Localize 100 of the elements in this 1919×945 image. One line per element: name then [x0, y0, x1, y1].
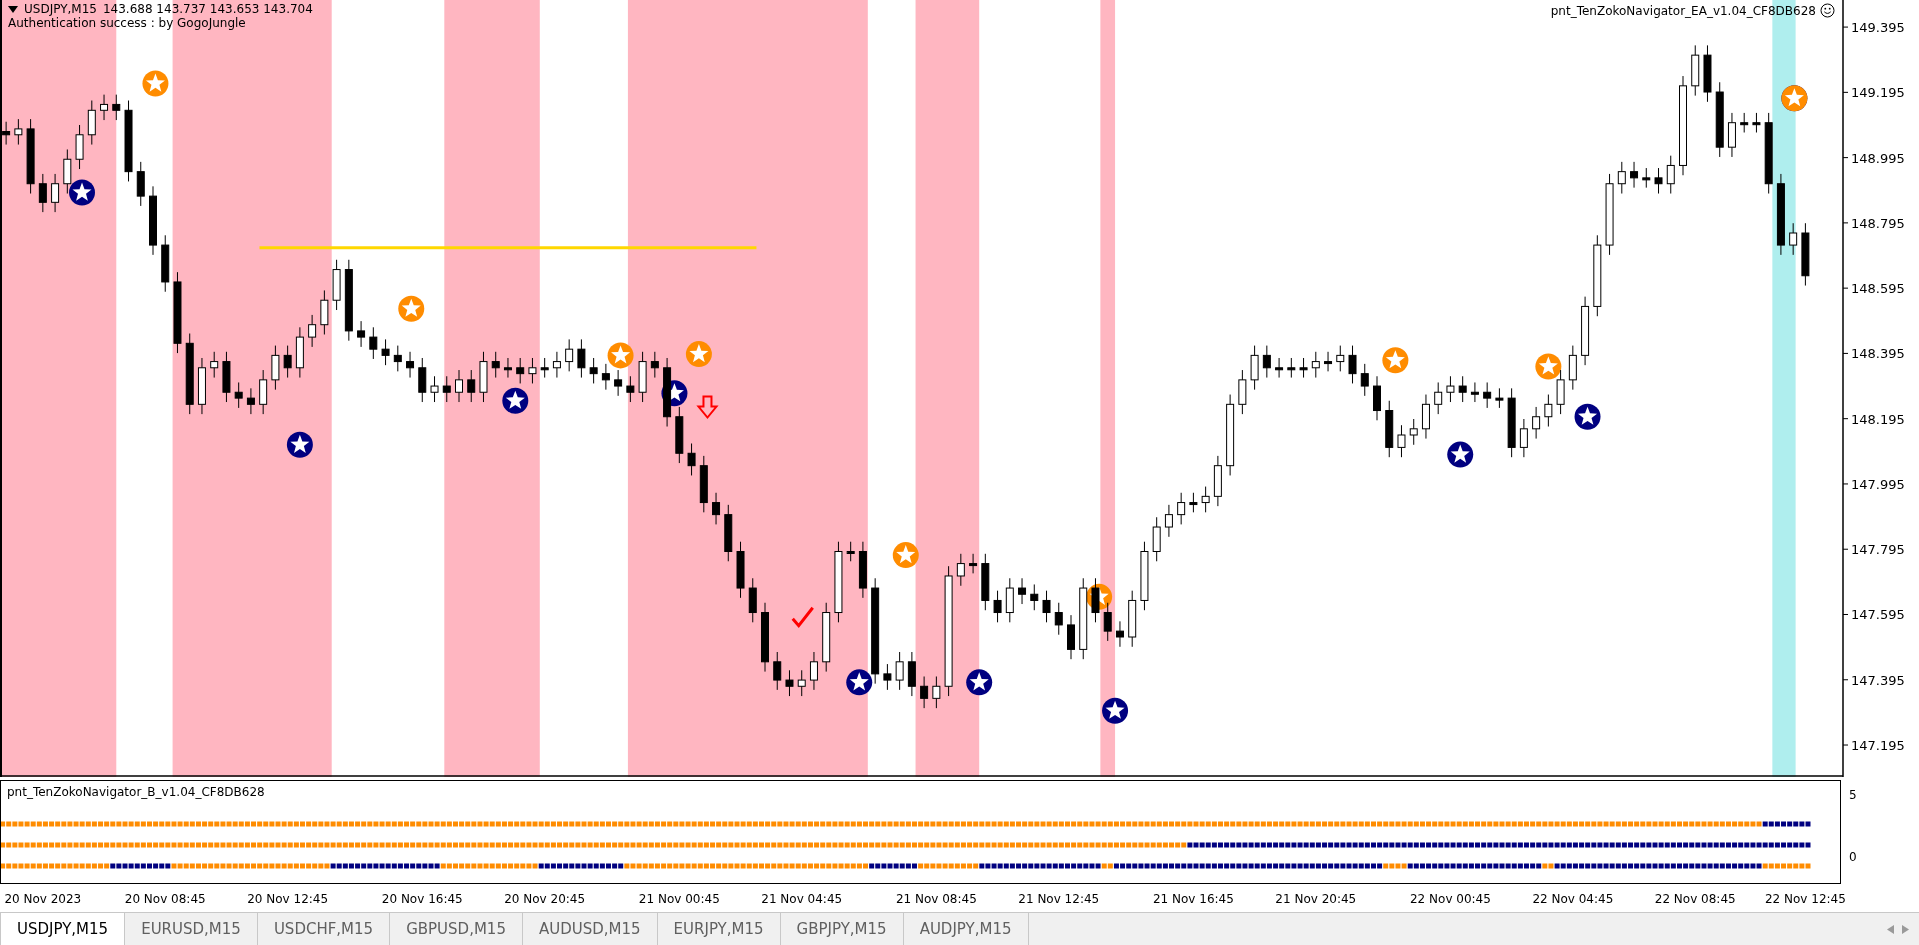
candle	[1789, 222, 1798, 256]
candle	[442, 375, 451, 403]
candle	[1519, 418, 1528, 458]
candle	[1727, 112, 1736, 158]
smiley-icon	[1820, 3, 1835, 18]
dropdown-icon[interactable]	[8, 5, 18, 13]
candle	[516, 357, 525, 384]
candle	[1801, 222, 1810, 287]
candle	[491, 351, 500, 379]
candle	[14, 118, 23, 146]
candle	[1752, 112, 1761, 133]
candle	[479, 351, 488, 403]
candle	[1262, 345, 1271, 379]
scroll-left-icon[interactable]	[1887, 924, 1894, 934]
candle	[381, 338, 390, 366]
candle	[38, 173, 47, 213]
candle	[51, 173, 60, 213]
candle	[540, 357, 549, 379]
candle	[993, 590, 1002, 623]
star-marker-icon	[1382, 347, 1409, 374]
candle	[724, 504, 733, 562]
checkmark-icon	[791, 606, 814, 629]
star-marker-icon	[607, 342, 634, 369]
candle	[1666, 155, 1675, 194]
candle	[956, 553, 965, 587]
indicator-title: pnt_TenZokoNavigator_B_v1.04_CF8DB628	[7, 785, 265, 799]
candle	[1140, 541, 1149, 611]
star-marker-icon	[69, 179, 95, 206]
candle	[295, 326, 304, 379]
candle	[663, 357, 672, 427]
time-label: 20 Nov 08:45	[124, 892, 206, 906]
candle	[932, 676, 941, 709]
candle	[87, 100, 96, 146]
star-marker-icon	[892, 542, 919, 569]
candle	[1495, 387, 1504, 409]
scale-label: 0	[1849, 850, 1857, 864]
candle	[430, 375, 439, 403]
chart-tab[interactable]: USDJPY,M15	[0, 913, 126, 945]
time-label: 22 Nov 12:45	[1764, 892, 1846, 906]
candle	[1201, 486, 1210, 513]
candle	[369, 326, 378, 360]
candle	[149, 185, 157, 256]
candle	[1067, 614, 1075, 660]
candle	[761, 602, 769, 673]
star-marker-icon	[142, 70, 169, 97]
price-label: 147.595	[1851, 607, 1905, 623]
candle	[136, 161, 145, 207]
price-label: 148.195	[1851, 411, 1905, 427]
candle	[393, 345, 402, 372]
time-label: 22 Nov 04:45	[1532, 892, 1614, 906]
time-label: 21 Nov 00:45	[638, 892, 720, 906]
candle	[846, 541, 855, 562]
candle	[1630, 161, 1639, 189]
candle	[1360, 363, 1369, 397]
candle	[797, 669, 806, 697]
price-label: 148.595	[1851, 281, 1905, 297]
time-label: 22 Nov 00:45	[1410, 892, 1491, 906]
candle	[75, 124, 84, 170]
candle	[883, 663, 892, 691]
candle	[1544, 394, 1553, 427]
candle	[1556, 369, 1565, 415]
candle	[1250, 345, 1259, 391]
star-marker-icon	[966, 669, 993, 696]
star-marker-icon	[1535, 353, 1562, 380]
candle	[1617, 161, 1626, 194]
candle	[614, 369, 623, 397]
time-label: 20 Nov 16:45	[381, 892, 463, 906]
candle	[1336, 345, 1345, 372]
candle	[1568, 345, 1577, 391]
candle	[222, 351, 231, 403]
scroll-right-icon[interactable]	[1902, 924, 1909, 934]
candle	[467, 369, 476, 403]
time-label: 20 Nov 12:45	[247, 892, 329, 906]
candle	[1654, 167, 1663, 194]
candle	[981, 553, 990, 611]
candle	[1128, 590, 1137, 648]
candle	[1164, 504, 1173, 538]
candle	[1189, 492, 1198, 513]
time-label: 20 Nov 2023	[4, 892, 82, 906]
candle	[552, 351, 561, 379]
candle	[1311, 351, 1320, 379]
candle	[907, 651, 916, 697]
candle	[858, 541, 867, 599]
candle	[650, 351, 659, 379]
candle	[63, 148, 72, 194]
candle	[1434, 381, 1443, 415]
candle	[1005, 577, 1014, 623]
candle	[455, 369, 463, 403]
candle	[1373, 375, 1381, 421]
price-label: 148.995	[1851, 150, 1905, 166]
star-marker-icon	[286, 431, 313, 458]
candle	[332, 259, 341, 311]
candle	[1299, 357, 1308, 379]
price-label: 147.195	[1851, 738, 1905, 753]
candle	[736, 541, 745, 599]
candle	[1324, 351, 1333, 372]
candle	[246, 387, 255, 415]
auth-message: Authentication success : by GogoJungle	[8, 16, 247, 30]
candle	[601, 363, 610, 391]
candle	[1421, 394, 1430, 440]
